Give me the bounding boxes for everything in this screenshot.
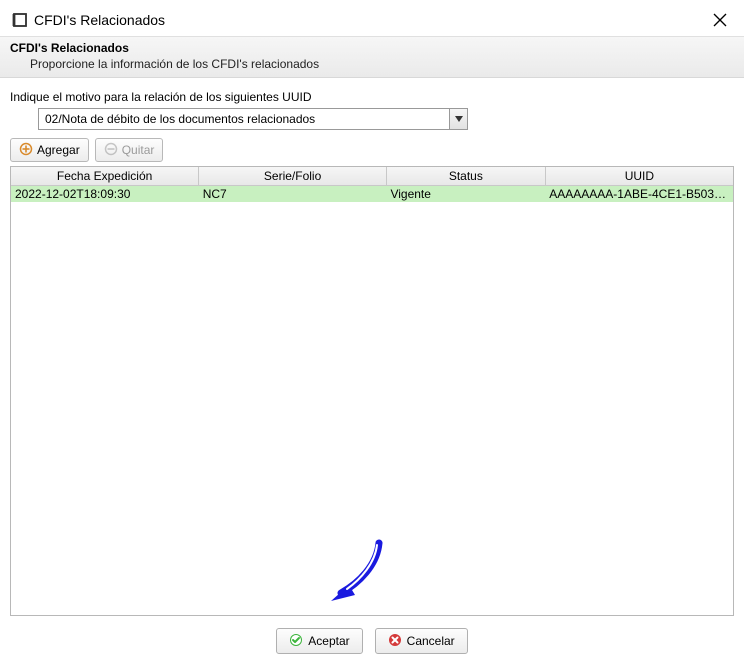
uuid-table: Fecha Expedición Serie/Folio Status UUID… <box>11 167 733 202</box>
cell-status: Vigente <box>386 186 545 203</box>
cancel-button[interactable]: Cancelar <box>375 628 468 654</box>
accept-button-label: Aceptar <box>308 634 349 648</box>
cell-uuid: AAAAAAAA-1ABE-4CE1-B503-B... <box>545 186 733 203</box>
dropdown-selected-text: 02/Nota de débito de los documentos rela… <box>39 109 449 129</box>
header-title: CFDI's Relacionados <box>10 41 734 57</box>
add-icon <box>19 142 33 159</box>
col-header-fecha[interactable]: Fecha Expedición <box>11 167 199 186</box>
dialog-window: CFDI's Relacionados CFDI's Relacionados … <box>0 0 744 666</box>
chevron-down-icon[interactable] <box>449 109 467 129</box>
content-area: Indique el motivo para la relación de lo… <box>0 78 744 622</box>
add-button-label: Agregar <box>37 143 80 157</box>
table-row[interactable]: 2022-12-02T18:09:30 NC7 Vigente AAAAAAAA… <box>11 186 733 203</box>
cell-serie: NC7 <box>199 186 387 203</box>
add-button[interactable]: Agregar <box>10 138 89 162</box>
dropdown-label: Indique el motivo para la relación de lo… <box>10 90 734 104</box>
remove-button-label: Quitar <box>122 143 155 157</box>
uuid-table-container: Fecha Expedición Serie/Folio Status UUID… <box>10 166 734 616</box>
reason-dropdown[interactable]: 02/Nota de débito de los documentos rela… <box>38 108 468 130</box>
col-header-uuid[interactable]: UUID <box>545 167 733 186</box>
table-header-row: Fecha Expedición Serie/Folio Status UUID <box>11 167 733 186</box>
app-icon <box>12 12 28 28</box>
header-section: CFDI's Relacionados Proporcione la infor… <box>0 36 744 78</box>
check-circle-icon <box>289 633 303 650</box>
toolbar: Agregar Quitar <box>10 138 734 162</box>
col-header-serie[interactable]: Serie/Folio <box>199 167 387 186</box>
close-icon[interactable] <box>708 8 732 32</box>
window-title: CFDI's Relacionados <box>34 12 708 28</box>
pointer-arrow-annotation <box>329 535 389 605</box>
titlebar: CFDI's Relacionados <box>0 0 744 36</box>
header-subtitle: Proporcione la información de los CFDI's… <box>10 57 734 71</box>
footer: Aceptar Cancelar <box>0 622 744 666</box>
cancel-button-label: Cancelar <box>407 634 455 648</box>
cell-fecha: 2022-12-02T18:09:30 <box>11 186 199 203</box>
x-circle-icon <box>388 633 402 650</box>
remove-button: Quitar <box>95 138 164 162</box>
accept-button[interactable]: Aceptar <box>276 628 362 654</box>
remove-icon <box>104 142 118 159</box>
col-header-status[interactable]: Status <box>386 167 545 186</box>
